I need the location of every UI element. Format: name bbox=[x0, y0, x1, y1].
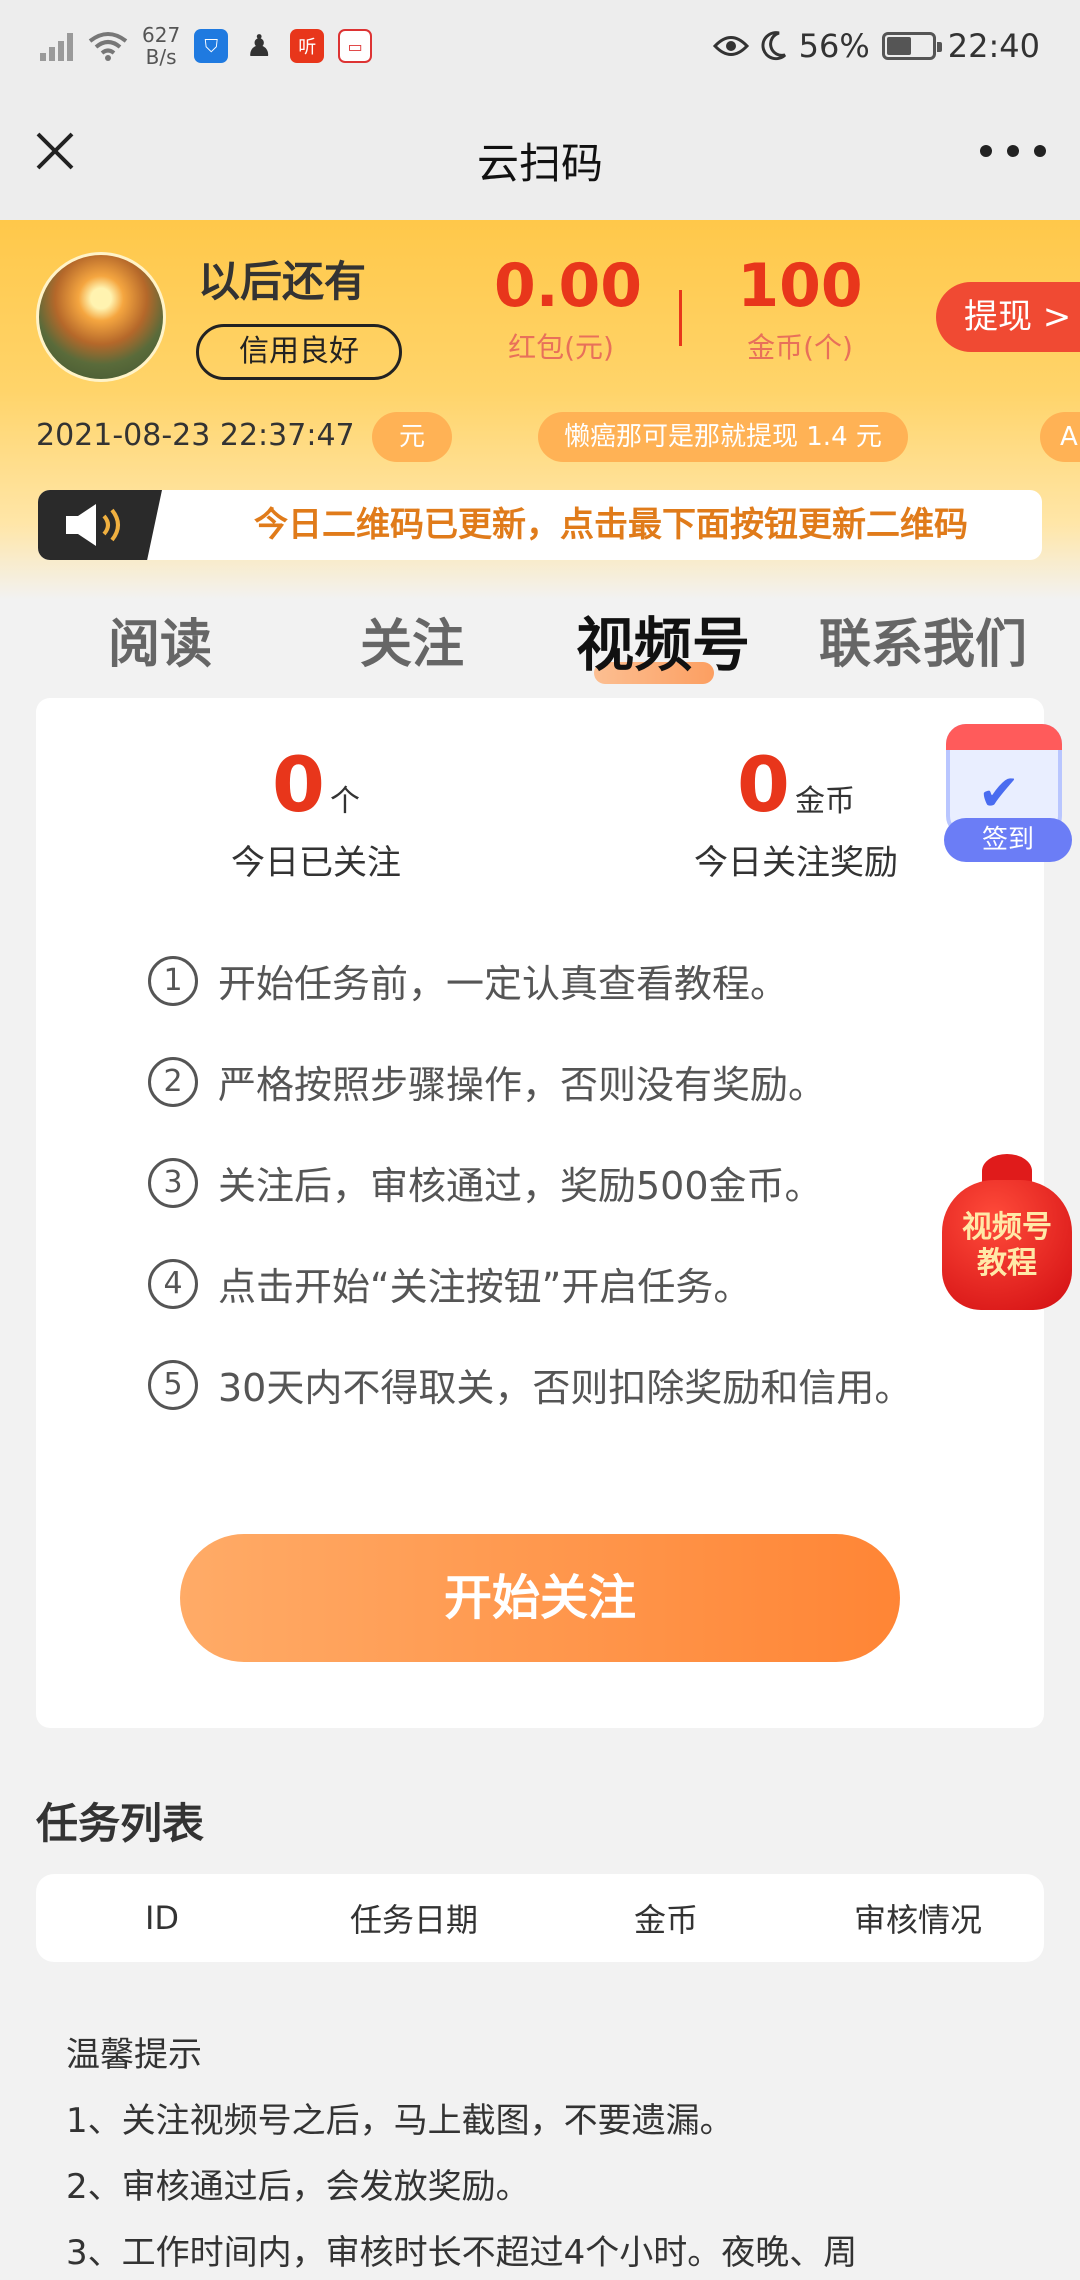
red-packet-value: 0.00 bbox=[494, 251, 643, 321]
speaker-icon bbox=[66, 504, 120, 546]
avatar[interactable] bbox=[36, 252, 166, 382]
coins-value: 100 bbox=[737, 251, 863, 321]
ticker-pill-partial: 元 bbox=[372, 412, 452, 462]
column-header-date: 任务日期 bbox=[349, 1901, 478, 1939]
followed-today-label: 今日已关注 bbox=[231, 843, 401, 883]
status-left: 627 B/s ⛉ ♟ 听 ▭ bbox=[40, 18, 373, 74]
shield-app-icon: ⛉ bbox=[194, 29, 229, 63]
ticker-timestamp: 2021-08-23 22:37:47 bbox=[36, 418, 355, 453]
rule-text: 开始任务前，一定认真查看教程。 bbox=[218, 962, 789, 1006]
tutorial-bag-label: 视频号 教程 bbox=[942, 1210, 1072, 1282]
net-speed-value: 627 bbox=[142, 23, 181, 47]
tab-video-account[interactable]: 视频号 bbox=[556, 600, 770, 690]
reward-today-label: 今日关注奖励 bbox=[694, 843, 898, 883]
ticker-pill: 懒癌那可是那就提现 1.4 元 bbox=[538, 412, 908, 462]
sign-in-widget[interactable]: ✔ 签到 bbox=[938, 720, 1074, 862]
tips-title: 温馨提示 bbox=[66, 2035, 202, 2075]
reward-today-value: 0 bbox=[737, 740, 790, 829]
followed-today: 0 个 今日已关注 bbox=[186, 740, 446, 884]
red-packet-stat: 0.00 红包(元) bbox=[494, 250, 643, 366]
status-bar: 627 B/s ⛉ ♟ 听 ▭ 56% 22:40 bbox=[0, 0, 1080, 92]
coins-label: 金币(个) bbox=[747, 331, 853, 364]
user-header: 以后还有 信用良好 0.00 红包(元) 100 金币(个) 提现 > 2021… bbox=[0, 220, 1080, 600]
tab-read[interactable]: 阅读 bbox=[60, 600, 260, 690]
username: 以后还有 bbox=[198, 257, 367, 306]
tip-item: 1、关注视频号之后，马上截图，不要遗漏。 bbox=[66, 2101, 734, 2141]
reward-today-unit: 金币 bbox=[794, 784, 855, 819]
net-speed: 627 B/s bbox=[142, 24, 180, 68]
tutorial-bag-line1: 视频号 bbox=[962, 1210, 1052, 1245]
rule-item: 4 点击开始“关注按钮”开启任务。 bbox=[148, 1233, 1028, 1334]
rule-text: 严格按照步骤操作，否则没有奖励。 bbox=[218, 1063, 827, 1107]
tip-item: 3、工作时间内，审核时长不超过4个小时。夜晚、周 bbox=[66, 2233, 858, 2273]
check-icon: ✔ bbox=[978, 764, 1020, 822]
coins-stat: 100 金币(个) bbox=[730, 250, 870, 366]
tip-item: 2、审核通过后，会发放奖励。 bbox=[66, 2167, 530, 2207]
rule-text: 关注后，审核通过，奖励500金币。 bbox=[218, 1164, 823, 1208]
tips-section: 温馨提示 1、关注视频号之后，马上截图，不要遗漏。 2、审核通过后，会发放奖励。… bbox=[66, 2022, 1046, 2280]
battery-icon bbox=[881, 32, 942, 60]
title-bar: 云扫码 bbox=[0, 92, 1080, 220]
clock: 22:40 bbox=[947, 27, 1040, 65]
tab-bar: 阅读 关注 视频号 联系我们 bbox=[0, 600, 1080, 696]
tv-app-icon: ▭ bbox=[338, 29, 373, 63]
qq-penguin-icon: ♟ bbox=[245, 28, 273, 64]
rules-list: 1 开始任务前，一定认真查看教程。 2 严格按照步骤操作，否则没有奖励。 3 关… bbox=[148, 930, 1028, 1435]
net-speed-unit: B/s bbox=[145, 45, 177, 69]
notice-text: 今日二维码已更新，点击最下面按钮更新二维码 bbox=[254, 505, 968, 545]
signal-icon bbox=[40, 31, 74, 61]
notice-bar: 今日二维码已更新，点击最下面按钮更新二维码 bbox=[38, 490, 1042, 560]
followed-today-value: 0 bbox=[272, 740, 325, 829]
battery-fill bbox=[886, 37, 912, 55]
reward-today: 0 金币 今日关注奖励 bbox=[646, 740, 946, 884]
eye-comfort-icon bbox=[712, 36, 749, 56]
task-table-header: ID 任务日期 金币 审核情况 bbox=[36, 1874, 1044, 1962]
tutorial-bag-widget[interactable]: 视频号 教程 bbox=[942, 1154, 1072, 1310]
rule-text: 点击开始“关注按钮”开启任务。 bbox=[218, 1265, 752, 1309]
start-follow-button[interactable]: 开始关注 bbox=[180, 1534, 900, 1662]
column-header-id: ID bbox=[144, 1899, 180, 1937]
more-options-icon[interactable] bbox=[980, 136, 1046, 166]
ting-app-icon: 听 bbox=[290, 29, 325, 63]
stat-divider bbox=[679, 290, 682, 346]
withdraw-button[interactable]: 提现 > bbox=[936, 282, 1080, 352]
moon-icon bbox=[761, 31, 786, 61]
status-right: 56% 22:40 bbox=[712, 18, 1040, 74]
rule-index: 2 bbox=[148, 1056, 198, 1107]
rule-index: 3 bbox=[148, 1157, 198, 1208]
column-header-status: 审核情况 bbox=[853, 1901, 982, 1939]
rule-index: 5 bbox=[148, 1359, 198, 1410]
tab-follow[interactable]: 关注 bbox=[312, 600, 512, 690]
rule-text: 30天内不得取关，否则扣除奖励和信用。 bbox=[218, 1366, 913, 1410]
sign-in-label: 签到 bbox=[944, 818, 1072, 862]
page-title: 云扫码 bbox=[476, 139, 603, 188]
credit-badge: 信用良好 bbox=[196, 324, 402, 380]
rule-item: 2 严格按照步骤操作，否则没有奖励。 bbox=[148, 1031, 1028, 1132]
column-header-coins: 金币 bbox=[633, 1901, 698, 1939]
red-packet-label: 红包(元) bbox=[508, 331, 614, 364]
rule-item: 5 30天内不得取关，否则扣除奖励和信用。 bbox=[148, 1334, 1028, 1435]
rule-index: 1 bbox=[148, 955, 198, 1006]
ticker-pill-next: A bbox=[1040, 412, 1080, 462]
task-card: 0 个 今日已关注 0 金币 今日关注奖励 1 开始任务前，一定认真查看教程。 … bbox=[36, 698, 1044, 1728]
tab-contact-us[interactable]: 联系我们 bbox=[808, 600, 1038, 690]
followed-today-unit: 个 bbox=[329, 784, 360, 819]
wifi-icon bbox=[88, 32, 128, 61]
tutorial-bag-line2: 教程 bbox=[977, 1246, 1037, 1281]
rule-index: 4 bbox=[148, 1258, 198, 1309]
rule-item: 1 开始任务前，一定认真查看教程。 bbox=[148, 930, 1028, 1031]
battery-percent: 56% bbox=[798, 27, 870, 65]
rule-item: 3 关注后，审核通过，奖励500金币。 bbox=[148, 1132, 1028, 1233]
task-list-title: 任务列表 bbox=[36, 1799, 205, 1848]
